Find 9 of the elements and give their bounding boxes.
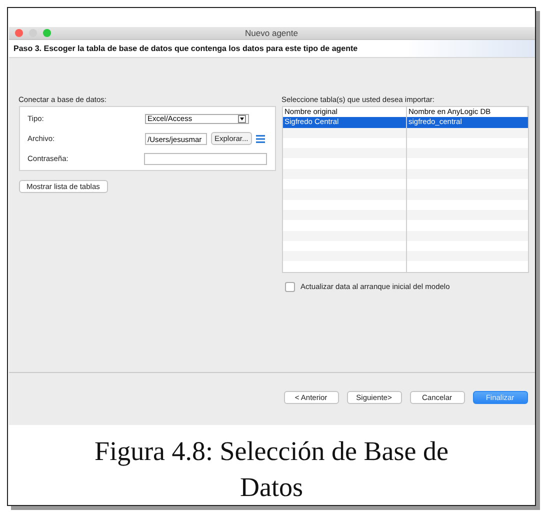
- zoom-button[interactable]: [42, 29, 50, 37]
- password-field[interactable]: [144, 152, 266, 164]
- close-button[interactable]: [14, 29, 22, 37]
- window-title: Nuevo agente: [245, 28, 298, 38]
- figure-caption: Figura 4.8: Selección de Base de Datos: [94, 435, 450, 504]
- step-title: Paso 3. Escoger la tabla de base de datos que contenga los datos para este tipo de agente: [14, 44, 358, 53]
- dropdown-arrow-icon: [238, 114, 246, 122]
- list-icon: [256, 134, 266, 142]
- update-checkbox[interactable]: [284, 282, 294, 292]
